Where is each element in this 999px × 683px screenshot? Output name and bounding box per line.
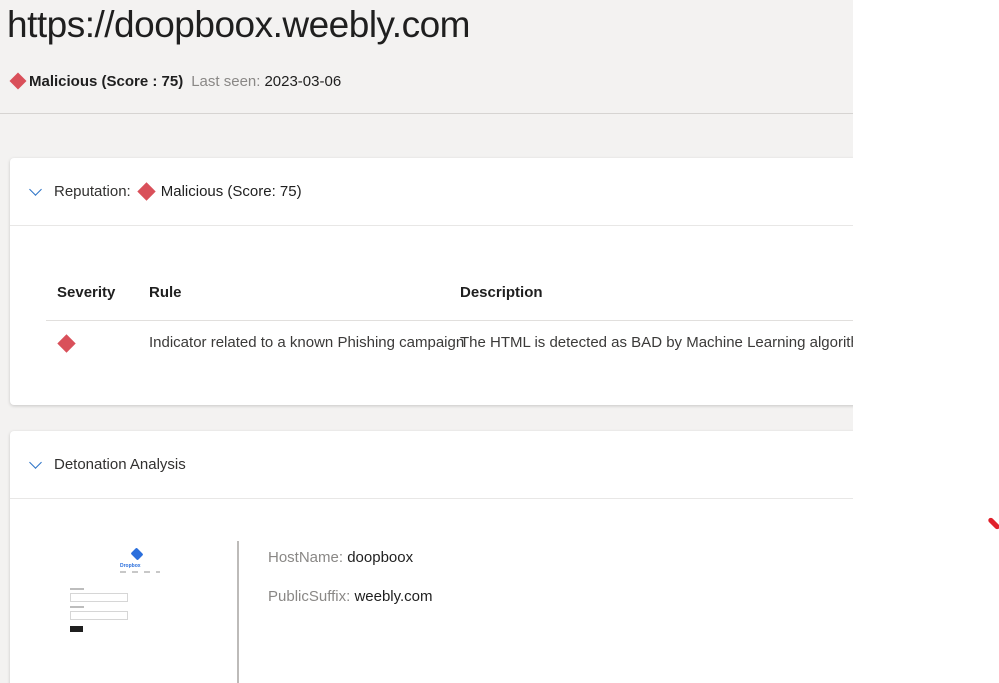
reputation-card: Reputation: Malicious (Score: 75) Severi…	[10, 158, 853, 405]
hostname-label: HostName:	[268, 549, 344, 566]
last-seen-value: 2023-03-06	[264, 72, 342, 90]
column-header-rule[interactable]: Rule	[149, 284, 182, 301]
column-header-description[interactable]: Description	[460, 284, 543, 301]
dropbox-logo-icon	[130, 547, 144, 561]
thumbnail-email-field	[70, 593, 128, 602]
malicious-diamond-icon	[137, 182, 156, 201]
thumbnail-password-field	[70, 611, 128, 620]
reputation-verdict: Malicious (Score: 75)	[160, 183, 302, 200]
thumbnail-tabs	[120, 571, 160, 573]
detonation-card: Detonation Analysis Dropbox HostName: do…	[10, 431, 853, 683]
rule-cell: Indicator related to a known Phishing ca…	[149, 334, 465, 351]
public-suffix-value: weebly.com	[354, 588, 433, 605]
red-pen-mark	[987, 516, 999, 531]
table-row: Indicator related to a known Phishing ca…	[10, 333, 853, 355]
last-seen-label: Last seen:	[191, 72, 261, 90]
description-cell: The HTML is detected as BAD by Machine L…	[460, 334, 853, 351]
table-divider	[46, 320, 853, 321]
thumbnail-logo-text: Dropbox	[120, 563, 141, 569]
reputation-label: Reputation:	[54, 183, 131, 200]
detonation-card-header[interactable]: Detonation Analysis	[10, 431, 853, 499]
header-divider	[0, 113, 853, 114]
chevron-down-icon[interactable]	[29, 182, 42, 196]
hostname-property: HostName: doopboox	[268, 549, 413, 566]
page-screenshot-thumbnail[interactable]: Dropbox	[60, 541, 170, 651]
detonation-label: Detonation Analysis	[54, 456, 186, 473]
verdict-text: Malicious (Score : 75)	[29, 72, 184, 90]
hostname-value: doopboox	[347, 549, 414, 566]
page-title-url: https://doopboox.weebly.com	[7, 4, 470, 45]
public-suffix-property: PublicSuffix: weebly.com	[268, 588, 433, 605]
chevron-down-icon[interactable]	[29, 455, 42, 469]
vertical-divider	[237, 541, 239, 683]
thumbnail-submit-button	[70, 626, 83, 632]
verdict-summary: Malicious (Score : 75) Last seen: 2023-0…	[8, 70, 341, 92]
rules-table-header: Severity Rule Description	[10, 284, 853, 304]
page-canvas: https://doopboox.weebly.com Malicious (S…	[0, 0, 853, 683]
public-suffix-label: PublicSuffix:	[268, 588, 351, 605]
malicious-diamond-icon	[9, 72, 27, 90]
reputation-card-header[interactable]: Reputation: Malicious (Score: 75)	[10, 158, 853, 226]
column-header-severity[interactable]: Severity	[57, 284, 115, 301]
thumbnail-field-label	[70, 588, 84, 590]
thumbnail-field-label	[70, 606, 84, 608]
malicious-diamond-icon	[57, 334, 76, 353]
